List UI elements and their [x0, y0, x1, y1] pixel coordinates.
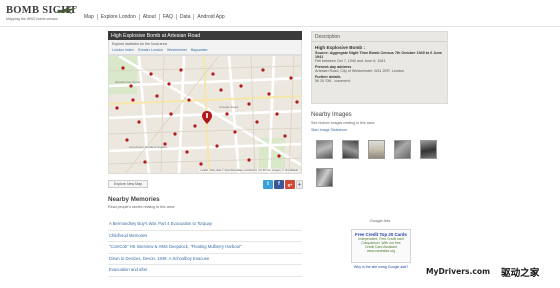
- source-dates: Fell between Oct 7, 1940 and June 6, 194…: [315, 59, 386, 63]
- map-attribution: Leaflet | Map data © OpenStreetMap contr…: [199, 169, 299, 172]
- bomb-marker[interactable]: [143, 160, 147, 164]
- further-details-value: 56 20 SW - comment:: [315, 79, 351, 83]
- nearby-images-subtitle: See historic images relating to this are…: [311, 121, 375, 125]
- area-link-london-index[interactable]: London Index: [112, 48, 134, 52]
- plane-icon: [57, 6, 77, 14]
- memory-link[interactable]: "ComCob" HS Interview & HMS Deepdock, "F…: [108, 242, 302, 254]
- bomb-marker[interactable]: [233, 130, 237, 134]
- bomb-marker[interactable]: [137, 120, 141, 124]
- source-value: Aggregate Night Time Bomb Census 7th Oct…: [315, 51, 442, 59]
- bomb-marker[interactable]: [163, 142, 167, 146]
- why-google-ads-link[interactable]: Why is the site using Google ads?: [352, 265, 410, 269]
- memory-link[interactable]: Childhood Memories: [108, 231, 302, 242]
- historic-image-thumbnail[interactable]: [394, 140, 411, 159]
- area-link-bayswater[interactable]: Bayswater: [191, 48, 208, 52]
- nav-android-app[interactable]: Android App: [193, 14, 227, 20]
- more-share-icon[interactable]: +: [296, 180, 303, 189]
- memory-link[interactable]: A Bermondsey Boy's War. Part 4 Evacuatio…: [108, 219, 302, 231]
- header-divider: [0, 26, 560, 27]
- bomb-marker[interactable]: [131, 98, 135, 102]
- memories-subtitle: Read people's stories relating to this a…: [108, 205, 176, 209]
- memories-heading: Nearby Memories: [108, 196, 160, 203]
- bomb-marker[interactable]: [255, 120, 259, 124]
- bomb-marker[interactable]: [115, 106, 119, 110]
- nav-about[interactable]: About: [138, 14, 159, 20]
- twitter-share-icon[interactable]: t: [263, 180, 273, 189]
- bomb-marker[interactable]: [225, 112, 229, 116]
- memory-link[interactable]: Evacuation and after: [108, 265, 302, 277]
- explore-new-map-button[interactable]: Explore New Map: [108, 180, 148, 188]
- nav-data[interactable]: Data: [175, 14, 194, 20]
- bomb-marker[interactable]: [155, 94, 159, 98]
- bomb-marker[interactable]: [193, 124, 197, 128]
- historic-image-thumbnail[interactable]: [316, 140, 333, 159]
- google-ads-label: Google Ads: [369, 218, 391, 223]
- nav-faq[interactable]: FAQ: [158, 14, 176, 20]
- area-link-greater-london[interactable]: Greater London: [138, 48, 163, 52]
- nav-explore-london[interactable]: Explore London: [96, 14, 139, 20]
- facebook-share-icon[interactable]: f: [274, 180, 284, 189]
- historic-image-thumbnail[interactable]: [420, 140, 437, 159]
- memories-list: A Bermondsey Boy's War. Part 4 Evacuatio…: [108, 219, 302, 277]
- description-panel: Description High Explosive Bomb : Source…: [311, 31, 448, 104]
- area-links: London Index Greater London Westminster …: [112, 48, 298, 52]
- bomb-marker[interactable]: [125, 138, 129, 142]
- memory-link[interactable]: Down to Devizes, Devon, 1939: A Schoolbo…: [108, 254, 302, 265]
- logo-subtitle: Mapping the WW2 bomb census: [6, 17, 58, 21]
- bomb-marker[interactable]: [187, 98, 191, 102]
- ad-url: www.cardrates.org: [366, 249, 396, 253]
- bomb-marker[interactable]: [289, 76, 293, 80]
- bomb-marker[interactable]: [261, 68, 265, 72]
- historic-image-thumbnail[interactable]: [342, 140, 359, 159]
- description-heading: Description: [312, 32, 447, 42]
- address-value: Artesian Road, City of Westminster, W11 …: [315, 69, 405, 73]
- bomb-map[interactable]: Westbourne Grove Artesian Road Kensingto…: [108, 55, 302, 174]
- bomb-marker[interactable]: [173, 132, 177, 136]
- bomb-marker[interactable]: [247, 102, 251, 106]
- bomb-marker[interactable]: [169, 112, 173, 116]
- nearby-images-heading: Nearby Images: [311, 112, 352, 118]
- bomb-marker[interactable]: [129, 84, 133, 88]
- description-title: High Explosive Bomb :: [315, 45, 366, 50]
- bomb-marker[interactable]: [283, 134, 287, 138]
- historic-image-thumbnail[interactable]: [316, 168, 333, 187]
- bomb-marker[interactable]: [185, 150, 189, 154]
- advertisement[interactable]: Free Credit Top 20 Cards Independent, Fr…: [351, 229, 411, 263]
- bomb-marker[interactable]: [267, 92, 271, 96]
- bomb-marker[interactable]: [295, 100, 299, 104]
- historic-image-thumbnail[interactable]: [368, 140, 385, 159]
- bomb-marker[interactable]: [211, 72, 215, 76]
- map-panel-subtitle: Explore statistics for the local area: [112, 42, 167, 46]
- bomb-marker[interactable]: [121, 66, 125, 70]
- bomb-marker[interactable]: [239, 84, 243, 88]
- bomb-marker[interactable]: [149, 72, 153, 76]
- watermark-site: MyDrivers.com: [426, 267, 491, 276]
- bomb-marker[interactable]: [219, 88, 223, 92]
- google-plus-share-icon[interactable]: g+: [285, 180, 295, 189]
- bomb-marker[interactable]: [179, 68, 183, 72]
- bomb-marker[interactable]: [215, 144, 219, 148]
- map-panel-title: High Explosive Bomb at Artesian Road: [108, 31, 302, 40]
- bomb-marker[interactable]: [247, 158, 251, 162]
- image-slideshow-link[interactable]: Start Image Slideshow: [311, 128, 347, 132]
- bomb-marker[interactable]: [277, 154, 281, 158]
- main-nav: Map Explore London About FAQ Data Androi…: [84, 14, 228, 20]
- watermark-cn: 驱动之家: [501, 268, 540, 279]
- bomb-marker[interactable]: [275, 112, 279, 116]
- bomb-marker[interactable]: [167, 82, 171, 86]
- selected-bomb-marker-icon[interactable]: [202, 111, 212, 124]
- nav-map[interactable]: Map: [84, 14, 97, 20]
- site-logo[interactable]: BOMB SIGHT Mapping the WW2 bomb census: [6, 5, 78, 21]
- bomb-marker[interactable]: [199, 162, 203, 166]
- map-panel-subheader: Explore statistics for the local area Lo…: [108, 40, 302, 55]
- area-link-westminster[interactable]: Westminster: [167, 48, 187, 52]
